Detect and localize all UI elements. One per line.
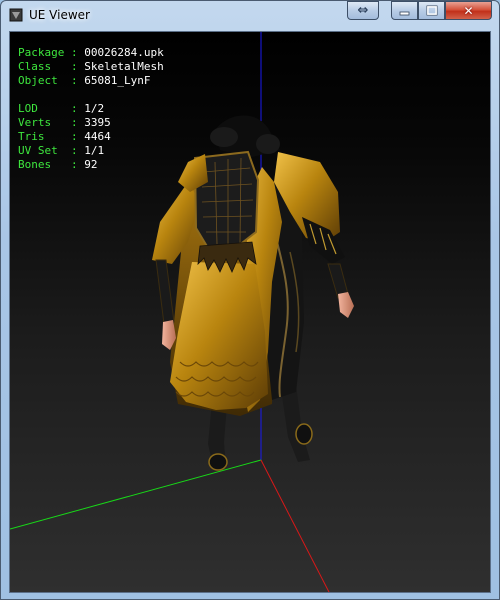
3d-viewport[interactable]: Package : 00026284.upk Class : SkeletalMe…	[9, 31, 491, 593]
close-icon: ✕	[463, 3, 474, 18]
info-row-class: Class : SkeletalMesh	[18, 60, 164, 74]
info-row-tris: Tris : 4464	[18, 130, 164, 144]
info-row-lod: LOD : 1/2	[18, 102, 164, 116]
class-label: Class :	[18, 60, 78, 73]
info-row-uvset: UV Set : 1/1	[18, 144, 164, 158]
tris-value: 4464	[84, 130, 111, 143]
verts-value: 3395	[84, 116, 111, 129]
info-row-package: Package : 00026284.upk	[18, 46, 164, 60]
lod-value: 1/2	[84, 102, 105, 115]
minimize-button[interactable]	[391, 1, 418, 20]
maximize-icon	[425, 5, 438, 16]
object-label: Object :	[18, 74, 78, 87]
info-row-verts: Verts : 3395	[18, 116, 164, 130]
y-axis-line	[10, 459, 262, 530]
verts-label: Verts :	[18, 116, 78, 129]
uvset-label: UV Set :	[18, 144, 78, 157]
class-value: SkeletalMesh	[84, 60, 164, 73]
mesh-info-panel: Package : 00026284.upk Class : SkeletalMe…	[18, 46, 164, 172]
info-row-object: Object : 65081_LynF	[18, 74, 164, 88]
info-row-bones: Bones : 92	[18, 158, 164, 172]
tris-label: Tris :	[18, 130, 78, 143]
swap-icon: ⇔	[357, 3, 369, 18]
x-axis-line	[260, 459, 330, 592]
uvset-value: 1/1	[84, 144, 105, 157]
maximize-button[interactable]	[418, 1, 445, 20]
minimize-icon	[399, 11, 410, 15]
swap-button[interactable]: ⇔	[347, 1, 379, 20]
title-bar[interactable]: UE Viewer ⇔ ✕	[1, 1, 499, 31]
package-label: Package :	[18, 46, 78, 59]
window-title: UE Viewer	[29, 8, 90, 22]
ue-viewer-window: UE Viewer ⇔ ✕ Package: 00026284.upk Cla…	[0, 0, 500, 600]
lod-label: LOD :	[18, 102, 78, 115]
bones-value: 92	[84, 158, 98, 171]
object-value: 65081_LynF	[84, 74, 151, 87]
close-button[interactable]: ✕	[445, 1, 492, 20]
bones-label: Bones :	[18, 158, 78, 171]
package-value: 00026284.upk	[84, 46, 164, 59]
app-icon	[9, 8, 23, 22]
character-mesh	[152, 115, 354, 471]
